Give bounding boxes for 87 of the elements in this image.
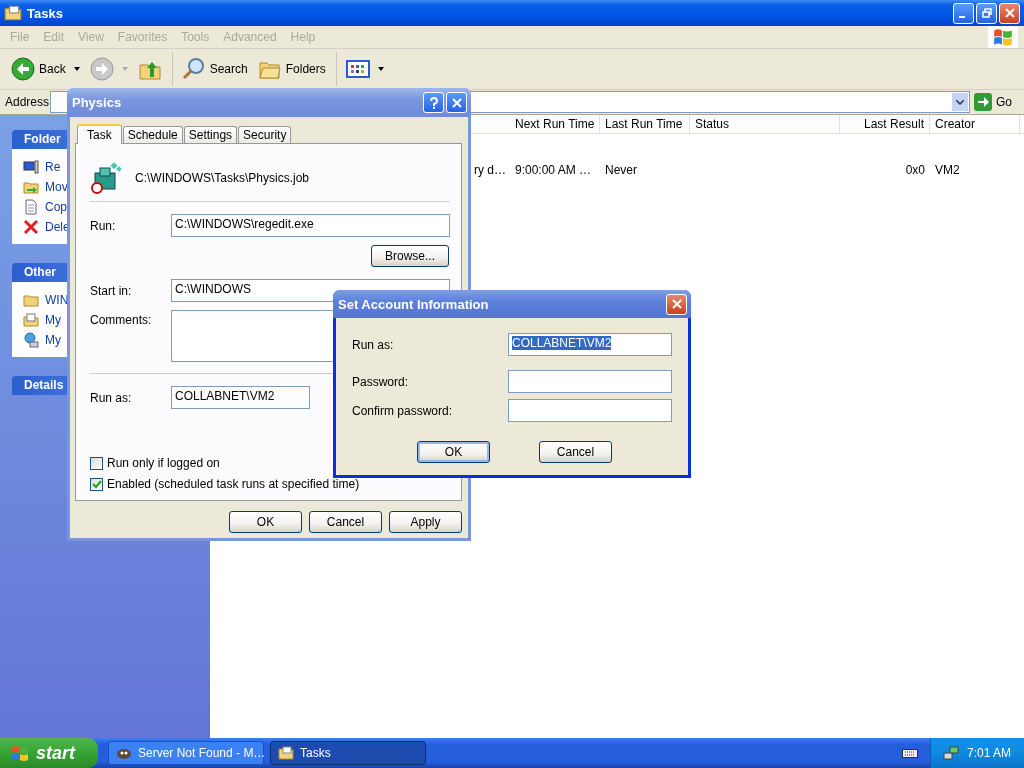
clock: 7:01 AM: [967, 746, 1012, 760]
input-field[interactable]: COLLABNET\VM2: [508, 333, 672, 356]
caret-icon: [73, 67, 80, 71]
input-field[interactable]: [508, 399, 672, 422]
close-button[interactable]: [999, 2, 1020, 24]
table-cell: ry d…: [474, 163, 506, 177]
task-link[interactable]: Mov: [45, 180, 68, 194]
help-icon: [428, 96, 439, 109]
run-as-field[interactable]: COLLABNET\VM2: [171, 386, 310, 409]
table-cell: Never: [605, 163, 637, 177]
flag-logo-icon: [988, 26, 1018, 48]
close-button[interactable]: [446, 92, 467, 113]
dialog-button[interactable]: Apply: [389, 511, 462, 533]
taskbar-button[interactable]: Server Not Found - M…: [108, 741, 264, 765]
restore-button[interactable]: [976, 2, 997, 24]
close-icon: [671, 299, 682, 309]
table-cell: 0x0: [905, 163, 925, 177]
close-button[interactable]: [666, 293, 687, 315]
flag-logo-icon: [10, 743, 30, 763]
monitor-icon: [23, 159, 39, 175]
close-icon: [451, 97, 462, 108]
folder-icon: [23, 292, 39, 308]
document-icon: [23, 199, 39, 215]
network-icon[interactable]: [943, 745, 959, 761]
task-link[interactable]: Cop: [45, 200, 67, 214]
window-title: Physics: [71, 95, 123, 110]
task-link[interactable]: WIN: [45, 293, 69, 307]
delete-icon: [23, 219, 39, 235]
task-link[interactable]: My: [45, 333, 61, 347]
column-header[interactable]: Next Run Time: [510, 115, 600, 133]
column-header[interactable]: Last Run Time: [600, 115, 690, 133]
dialog-button[interactable]: Cancel: [539, 441, 612, 463]
caret-icon: [956, 99, 964, 105]
column-header[interactable]: Last Result: [840, 115, 930, 133]
checkbox-label[interactable]: Run only if logged on: [107, 456, 220, 470]
task-file-path: C:\WINDOWS\Tasks\Physics.job: [135, 171, 310, 185]
dialog-button[interactable]: OK: [417, 441, 490, 463]
dialog-button[interactable]: OK: [229, 511, 302, 533]
minimize-button[interactable]: [953, 2, 974, 24]
field-label: Comments:: [90, 313, 153, 327]
folder-clock-icon: [4, 4, 22, 22]
input-field[interactable]: [508, 370, 672, 393]
globe-computer-icon: [23, 332, 39, 348]
address-label: Address: [5, 95, 50, 109]
run-field[interactable]: C:\WINDOWS\regedit.exe: [171, 214, 450, 237]
field-label: Password:: [352, 374, 410, 389]
folder-clock-icon: [278, 745, 294, 761]
field-label: Start in:: [90, 283, 133, 298]
task-link[interactable]: Re: [45, 160, 61, 174]
field-label: Confirm password:: [352, 403, 454, 418]
checkbox[interactable]: [90, 456, 103, 470]
keyboard-icon[interactable]: [902, 747, 918, 759]
search-icon: [181, 57, 206, 81]
tab[interactable]: Security: [238, 126, 292, 143]
column-header[interactable]: Status: [690, 115, 840, 133]
documents-folder-icon: [23, 312, 39, 328]
table-cell: 9:00:00 AM …: [515, 163, 592, 177]
folders-button[interactable]: Folders: [252, 52, 337, 86]
caret-icon: [377, 67, 384, 71]
window-title: Tasks: [27, 5, 64, 21]
help-button[interactable]: [423, 92, 444, 113]
tab[interactable]: Schedule: [122, 126, 183, 143]
cubes-clock-icon: [90, 161, 124, 195]
close-icon: [1004, 8, 1015, 18]
folder-arrow-icon: [23, 179, 39, 195]
table-cell: VM2: [935, 163, 960, 177]
tab[interactable]: Task: [77, 124, 122, 144]
field-label: Run as:: [90, 390, 133, 405]
search-button[interactable]: Search: [176, 52, 253, 86]
tab[interactable]: Settings: [183, 126, 238, 143]
dialog-button[interactable]: Browse...: [371, 245, 449, 267]
checkbox[interactable]: [90, 477, 103, 491]
back-button[interactable]: Back: [6, 52, 85, 86]
go-button[interactable]: Go: [974, 93, 1024, 111]
dropdown-button[interactable]: [952, 93, 968, 111]
dialog-button[interactable]: Cancel: [309, 511, 382, 533]
checkbox-label[interactable]: Enabled (scheduled task runs at specified time): [107, 477, 360, 491]
minimize-icon: [958, 16, 965, 18]
check-icon: [91, 478, 102, 490]
field-label: Run:: [90, 218, 117, 233]
restore-icon: [981, 8, 992, 18]
column-header[interactable]: Creator: [930, 115, 1020, 133]
taskbar-button[interactable]: Tasks: [270, 741, 426, 765]
task-link[interactable]: My: [45, 313, 61, 327]
icon-grid-icon: [345, 57, 370, 81]
field-label: Run as:: [352, 337, 395, 352]
caret-icon: [121, 67, 128, 71]
